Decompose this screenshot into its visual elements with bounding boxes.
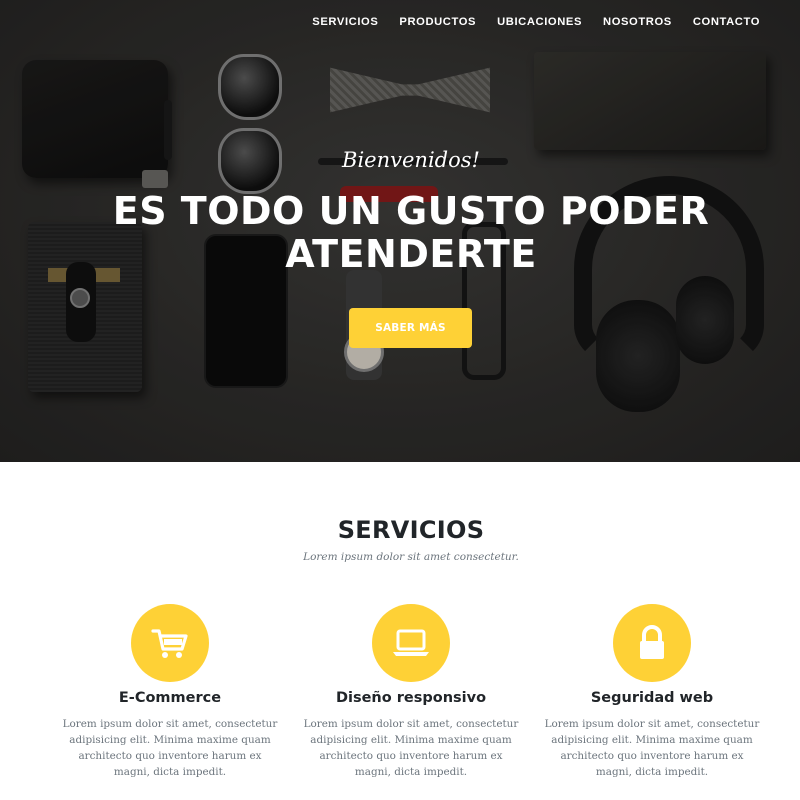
icon-circle [372,604,450,682]
service-item-ecommerce: E-Commerce Lorem ipsum dolor sit amet, c… [50,604,290,780]
hero-headline-line1: ES TODO UN GUSTO PODER [112,189,710,233]
main-nav: SERVICIOS PRODUCTOS UBICACIONES NOSOTROS… [312,16,760,28]
nav-link-nosotros[interactable]: NOSOTROS [603,16,672,28]
services-subtitle: Lorem ipsum dolor sit amet consectetur. [303,551,519,563]
laptop-icon [393,629,429,656]
icon-circle [613,604,691,682]
hero-section: SERVICIOS PRODUCTOS UBICACIONES NOSOTROS… [0,0,800,462]
service-title: Diseño responsivo [335,690,487,706]
service-description: Lorem ipsum dolor sit amet, consectetur … [62,718,278,778]
hero-welcome: Bienvenidos! [342,148,480,172]
service-description: Lorem ipsum dolor sit amet, consectetur … [544,718,760,778]
hero-headline: ES TODO UN GUSTO PODER ATENDERTE [0,190,800,276]
saber-mas-button[interactable]: SABER MÁS [349,308,472,348]
shopping-cart-icon [151,629,188,658]
nav-link-ubicaciones[interactable]: UBICACIONES [497,16,582,28]
hero-headline-line2: ATENDERTE [285,232,537,276]
lock-icon [640,625,664,659]
icon-circle [131,604,209,682]
service-title: Seguridad web [590,690,714,706]
service-title: E-Commerce [118,690,222,706]
nav-link-productos[interactable]: PRODUCTOS [399,16,476,28]
services-section: SERVICIOS Lorem ipsum dolor sit amet con… [0,462,800,800]
service-item-security: Seguridad web Lorem ipsum dolor sit amet… [532,604,772,780]
nav-link-servicios[interactable]: SERVICIOS [312,16,378,28]
service-description: Lorem ipsum dolor sit amet, consectetur … [303,718,519,778]
service-item-responsive: Diseño responsivo Lorem ipsum dolor sit … [291,604,531,780]
nav-link-contacto[interactable]: CONTACTO [693,16,760,28]
services-title: SERVICIOS [337,516,485,544]
